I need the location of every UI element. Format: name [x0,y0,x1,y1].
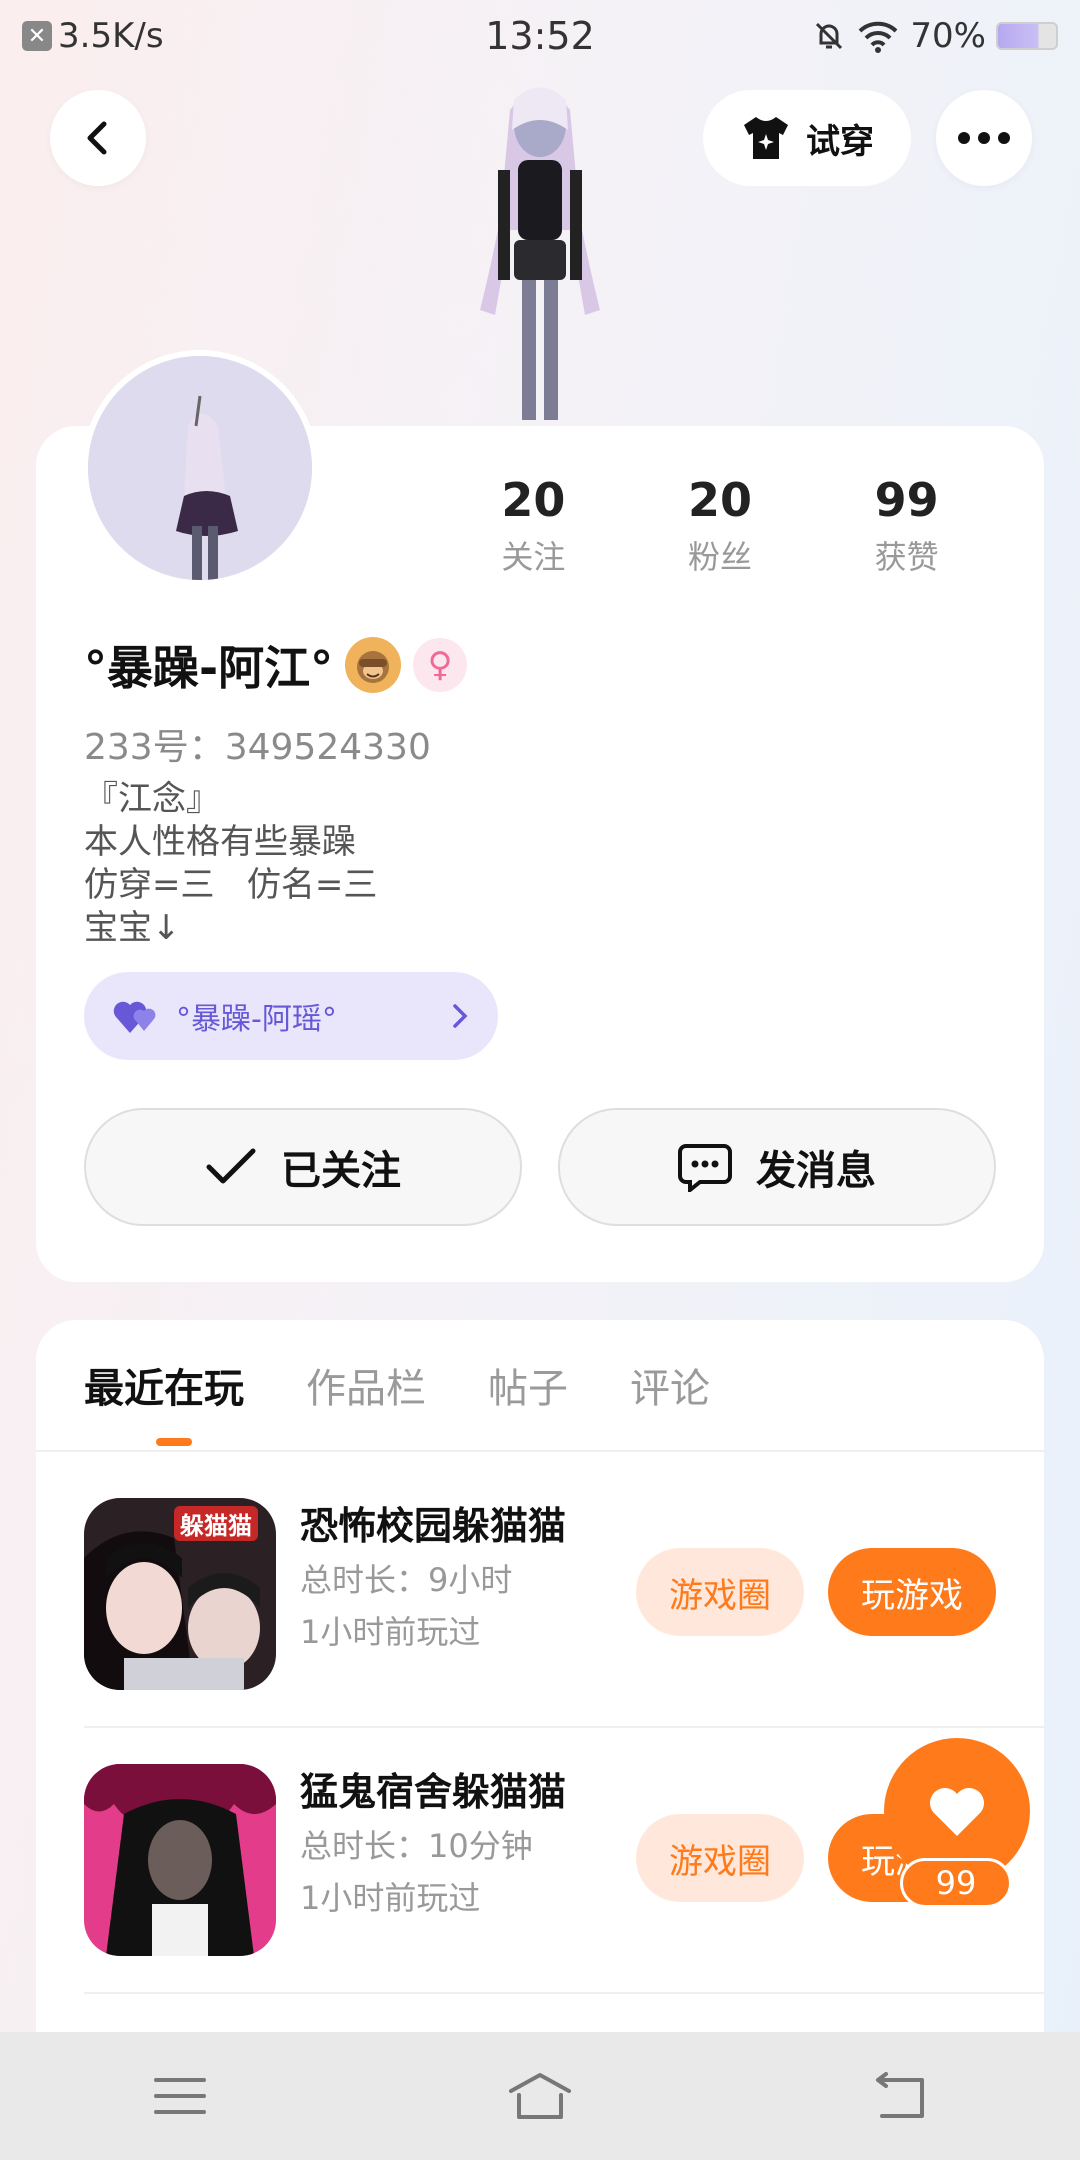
try-on-label: 试穿 [806,121,874,162]
row-divider [84,1992,1044,1994]
game-last-played: 1小时前玩过 [300,1879,481,1917]
bio-line: 宝宝↓ [84,908,181,948]
game-circle-button[interactable]: 游戏圈 [636,1548,804,1636]
tab-indicator [156,1438,192,1446]
avatar-figure-icon [88,356,312,580]
status-right: 70% [812,16,1058,56]
bell-off-icon [816,22,843,50]
avatar-3d-figure[interactable] [430,70,650,430]
tab-posts[interactable]: 帖子 [488,1356,568,1414]
back-button[interactable] [50,90,146,186]
stat-label: 粉丝 [688,538,753,576]
follow-label: 已关注 [281,1148,401,1194]
row-divider [84,1726,1044,1728]
bio-line: 『江念』 [84,779,220,819]
tab-recent-played[interactable]: 最近在玩 [84,1356,244,1414]
game-info: 猛鬼宿舍躲猫猫 总时长：10分钟 1小时前玩过 [300,1764,620,1924]
bio-line: 本人性格有些暴躁 [84,822,356,862]
nickname: °暴躁-阿江° [84,641,334,695]
monkey-emoji-icon [345,637,402,693]
back-arrow-icon [876,2072,924,2118]
try-on-button[interactable]: 试穿 [703,90,911,186]
stat-following[interactable]: 20 关注 [440,470,627,578]
profile-stats: 20 关注 20 粉丝 99 获赞 [440,470,1000,578]
stat-value: 99 [874,473,939,527]
stat-label: 关注 [501,538,566,576]
stat-value: 20 [501,473,566,527]
system-nav-bar [0,2032,1080,2160]
back-nav-button[interactable] [840,2046,960,2146]
play-game-button[interactable]: 玩游戏 [828,1548,996,1636]
tab-comments[interactable]: 评论 [630,1356,710,1414]
battery-icon [996,22,1058,50]
hearts-icon [113,1001,156,1033]
more-dots-icon [958,132,1010,144]
list-item[interactable]: 躲猫猫 恐怖校园躲猫猫 总时长：9小时 1小时前玩过 游戏圈 玩游戏 [84,1498,1044,1694]
chevron-left-icon [87,121,107,155]
game-last-played: 1小时前玩过 [300,1613,481,1651]
message-button[interactable]: 发消息 [558,1108,996,1226]
battery-percent: 70% [910,16,986,56]
game-title: 猛鬼宿舍躲猫猫 [300,1770,567,1814]
chevron-right-icon [453,1004,468,1028]
tabs-divider [36,1450,1044,1452]
bio: 『江念』 本人性格有些暴躁 仿穿=三 仿名=三 宝宝↓ [84,778,377,950]
tshirt-icon [744,117,788,159]
game-circle-button[interactable]: 游戏圈 [636,1814,804,1902]
home-icon [509,2073,571,2119]
close-notification-icon: ✕ [22,21,52,51]
thumb-caption: 躲猫猫 [174,1506,258,1541]
game-thumbnail[interactable] [84,1764,276,1956]
game-duration: 总时长：9小时 [300,1561,513,1599]
stat-followers[interactable]: 20 粉丝 [627,470,814,578]
status-left: ✕ 3.5K/s [22,16,164,56]
stat-likes[interactable]: 99 获赞 [813,470,1000,578]
bio-line: 仿穿=三 仿名=三 [84,865,378,905]
follow-button[interactable]: 已关注 [84,1108,522,1226]
stat-value: 20 [688,473,753,527]
heart-icon [930,1788,984,1836]
content-tabs: 最近在玩 作品栏 帖子 评论 [84,1356,710,1414]
more-button[interactable] [936,90,1032,186]
game-title: 恐怖校园躲猫猫 [300,1504,567,1548]
game-thumbnail[interactable]: 躲猫猫 [84,1498,276,1690]
chat-bubble-icon [678,1144,732,1192]
user-id[interactable]: 233号：349524330 [84,718,431,770]
couple-name: °暴躁-阿瑶° [176,1002,337,1037]
stat-label: 获赞 [874,538,939,576]
female-gender-icon: ♀ [413,638,468,692]
wifi-icon [859,21,898,53]
like-count-badge: 99 [900,1858,1012,1908]
message-label: 发消息 [756,1148,876,1194]
menu-icon [154,2078,206,2114]
check-icon [206,1148,256,1184]
net-speed: 3.5K/s [58,16,164,56]
nickname-row: °暴躁-阿江° ♀ [84,632,468,698]
game-info: 恐怖校园躲猫猫 总时长：9小时 1小时前玩过 [300,1498,620,1658]
couple-badge[interactable]: °暴躁-阿瑶° [84,972,498,1060]
home-button[interactable] [480,2046,600,2146]
menu-button[interactable] [120,2046,240,2146]
status-bar: ✕ 3.5K/s 13:52 70% [0,0,1080,72]
game-duration: 总时长：10分钟 [300,1827,533,1865]
tab-works[interactable]: 作品栏 [306,1356,426,1414]
avatar[interactable] [82,350,318,586]
